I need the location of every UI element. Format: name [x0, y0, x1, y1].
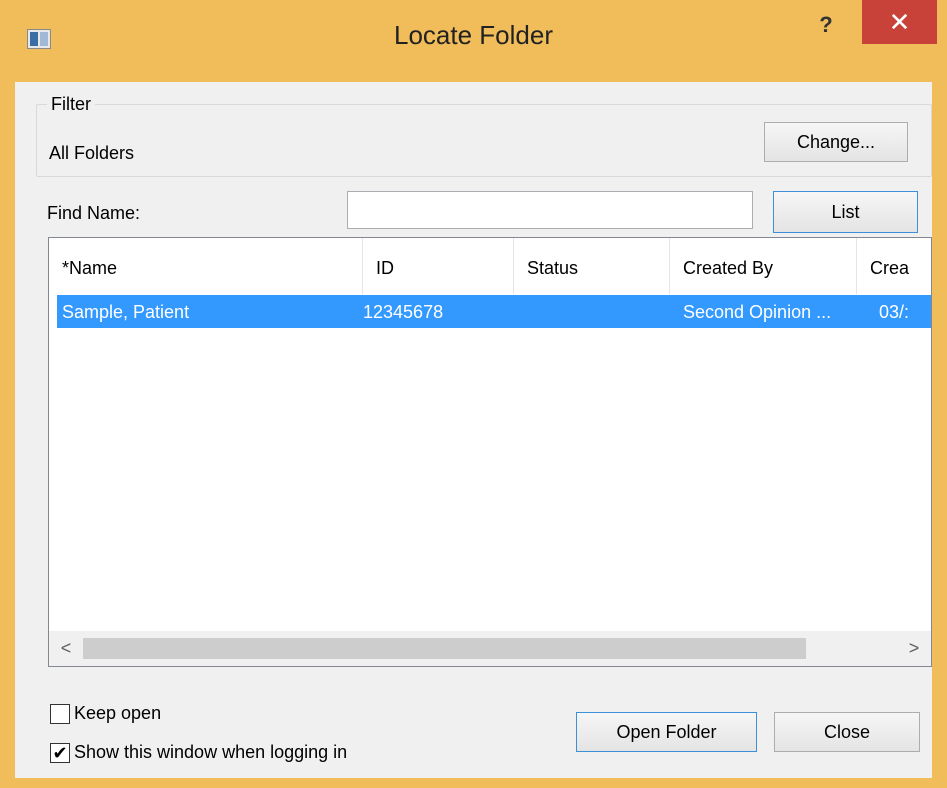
show-on-login-label[interactable]: Show this window when logging in [74, 742, 347, 763]
keep-open-label[interactable]: Keep open [74, 703, 161, 724]
dialog-body: Filter All Folders Change... Find Name: … [15, 82, 932, 778]
folder-list[interactable]: *Name ID Status Created By Crea Sample, … [48, 237, 932, 667]
find-name-label: Find Name: [47, 203, 141, 223]
column-header-created-by[interactable]: Created By [670, 238, 857, 294]
scroll-right-icon[interactable]: > [897, 631, 931, 666]
find-name-input[interactable] [347, 191, 753, 229]
column-header-id[interactable]: ID [363, 238, 514, 294]
filter-group-label: Filter [47, 94, 95, 115]
window-title: Locate Folder [394, 20, 553, 50]
row-name-cell: Sample, Patient [62, 302, 190, 322]
list-header: *Name ID Status Created By Crea [49, 238, 931, 294]
keep-open-checkbox[interactable] [50, 704, 70, 724]
row-status-cell [514, 295, 664, 328]
help-button[interactable]: ? [806, 10, 846, 46]
column-header-created[interactable]: Crea [857, 238, 931, 294]
scroll-left-icon[interactable]: < [49, 631, 83, 666]
row-created-cell: 03/: [879, 302, 910, 322]
scroll-thumb[interactable] [83, 638, 806, 659]
column-header-status[interactable]: Status [514, 238, 670, 294]
filter-value: All Folders [49, 143, 135, 163]
column-header-name[interactable]: *Name [49, 238, 363, 294]
locate-folder-window: Locate Folder ? ✕ Filter All Folders Cha… [0, 0, 947, 788]
show-on-login-checkbox[interactable]: ✔ [50, 743, 70, 763]
change-filter-button[interactable]: Change... [764, 122, 908, 162]
table-row[interactable]: Sample, Patient 12345678 Second Opinion … [57, 295, 931, 328]
horizontal-scrollbar[interactable]: < > [49, 631, 931, 666]
title-bar[interactable]: Locate Folder ? ✕ [0, 0, 947, 82]
row-id-cell: 12345678 [363, 302, 444, 322]
open-folder-button[interactable]: Open Folder [576, 712, 757, 752]
row-created-by-cell: Second Opinion ... [683, 302, 832, 322]
close-window-button[interactable]: ✕ [862, 0, 937, 44]
list-button[interactable]: List [773, 191, 918, 233]
close-button[interactable]: Close [774, 712, 920, 752]
